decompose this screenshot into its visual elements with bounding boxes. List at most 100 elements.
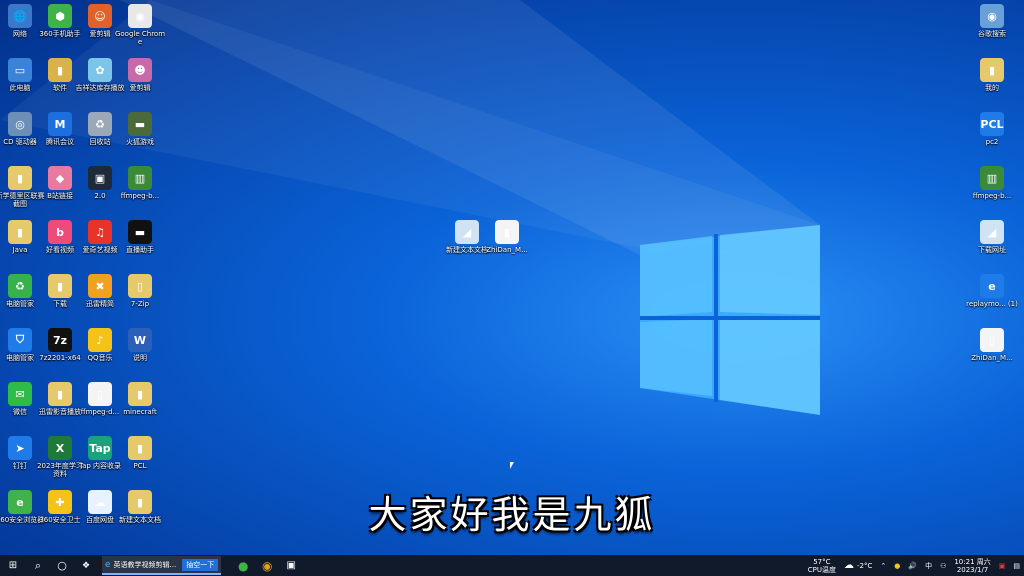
input-mode-button[interactable]: ⚇ — [936, 562, 950, 570]
desktop-shortcut-label: 我的 — [985, 84, 999, 92]
app-icon: ☻ — [128, 58, 152, 82]
shortcut-icon: ◢ — [455, 220, 479, 244]
app-icon: ▣ — [88, 166, 112, 190]
browser-360-icon: ● — [237, 558, 249, 573]
app-icon: ▬ — [128, 112, 152, 136]
system-tray: 57°C CPU温度 ☁ -2°C ⌃ ● 🔊 中 ⚇ 10:21 周六 202… — [804, 555, 1024, 576]
app-icon: ▣ — [286, 560, 296, 571]
ie-icon: e — [980, 274, 1004, 298]
taskbar-chrome[interactable]: ◉ — [255, 555, 279, 576]
cortana-button[interactable]: ○ — [50, 555, 74, 576]
taskbar-360-browser[interactable]: ● — [231, 555, 255, 576]
drive-icon: ◎ — [8, 112, 32, 136]
desktop-shortcut[interactable]: ▬ 直播助手 — [114, 220, 166, 254]
desktop-shortcut-label: 7-Zip — [130, 300, 150, 308]
app-icon: ➤ — [8, 436, 32, 460]
show-hidden-icons-button[interactable]: ⌃ — [876, 562, 890, 570]
recycle-bin-icon: ♻ — [88, 112, 112, 136]
app-icon: ♫ — [88, 220, 112, 244]
clock-date: 2023/1/7 — [956, 565, 989, 574]
app-icon: PCL — [980, 112, 1004, 136]
taskbar-app[interactable]: ▣ — [279, 555, 303, 576]
excel-icon: X — [48, 436, 72, 460]
speaker-icon: 🔊 — [908, 561, 918, 570]
desktop-shortcut-label: 直播助手 — [126, 246, 154, 254]
desktop-shortcut[interactable]: ▮ PCL — [114, 436, 166, 470]
file-icon: ▯ — [88, 382, 112, 406]
action-center-button[interactable]: ▤ — [1009, 562, 1024, 570]
desktop-shortcut[interactable]: ▮ minecraft — [114, 382, 166, 416]
desktop-shortcut-label: ffmpeg-b... — [120, 192, 160, 200]
desktop-shortcut[interactable]: ▬ 火狐游戏 — [114, 112, 166, 146]
active-window-title: 英语教学视频剪辑... — [113, 560, 177, 569]
desktop-shortcut[interactable]: ▮ 我的 — [966, 58, 1018, 92]
taskbar: ⊞ ⌕ ○ ❖ e 英语教学视频剪辑... 抽空一下 ● ◉ ▣ 57°C CP… — [0, 555, 1024, 576]
desktop-shortcut-label: 下载网址 — [978, 246, 1006, 254]
desktop-shortcut-label: ffmpeg-b... — [972, 192, 1012, 200]
wechat-icon: ✉ — [8, 382, 32, 406]
file-icon: ▯ — [980, 328, 1004, 352]
app-icon: ✿ — [88, 58, 112, 82]
chrome-icon: ◉ — [128, 4, 152, 28]
desktop-shortcut[interactable]: ▯ ZhiDan_M... — [966, 328, 1018, 362]
clock[interactable]: 10:21 周六 2023/1/7 — [950, 558, 994, 574]
folder-icon: ▮ — [48, 274, 72, 298]
desktop-shortcut-label: 爱剪辑 — [129, 84, 151, 92]
app-icon: ▬ — [128, 220, 152, 244]
ime-label: 中 — [925, 561, 933, 570]
notification-icon: ▤ — [1013, 561, 1020, 570]
notification-app-button[interactable]: ▣ — [995, 562, 1010, 570]
desktop-shortcut[interactable]: ▯ 7-Zip — [114, 274, 166, 308]
desktop-shortcut[interactable]: ▥ ffmpeg-b... — [114, 166, 166, 200]
desktop-shortcut-label: PCL — [133, 462, 147, 470]
folder-icon: ▮ — [128, 382, 152, 406]
app-icon: b — [48, 220, 72, 244]
app-icon: ☺ — [88, 4, 112, 28]
taskbar-active-window[interactable]: e 英语教学视频剪辑... 抽空一下 — [102, 556, 222, 575]
task-view-button[interactable]: ❖ — [74, 555, 98, 576]
desktop-shortcut-label: ZhiDan_M... — [486, 246, 528, 254]
app-icon: ✖ — [88, 274, 112, 298]
desktop-shortcut[interactable]: ▥ ffmpeg-b... — [966, 166, 1018, 200]
desktop-shortcut[interactable]: PCL pc2 — [966, 112, 1018, 146]
search-button[interactable]: ⌕ — [26, 555, 50, 576]
weather-temp: -2°C — [856, 561, 873, 570]
shield-icon: ⛉ — [8, 328, 32, 352]
chevron-up-icon: ⌃ — [880, 561, 887, 570]
tray-app-button[interactable]: ● — [890, 562, 904, 570]
desktop-shortcut[interactable]: W 说明 — [114, 328, 166, 362]
folder-icon: ▮ — [8, 166, 32, 190]
desktop-shortcut[interactable]: e replaymo... (1) — [966, 274, 1018, 308]
ime-indicator[interactable]: 中 — [921, 562, 936, 570]
shortcut-icon: ◢ — [980, 220, 1004, 244]
archive-icon: ▥ — [980, 166, 1004, 190]
cpu-temp-widget[interactable]: 57°C CPU温度 — [804, 558, 840, 574]
computer-icon: ▭ — [8, 58, 32, 82]
app-icon: ♻ — [8, 274, 32, 298]
desktop-shortcut-label: ZhiDan_M... — [971, 354, 1013, 362]
edge-icon: e — [105, 559, 111, 570]
desktop-shortcut[interactable]: ◉ 谷歌搜索 — [966, 4, 1018, 38]
desktop-shortcut-label: 说明 — [133, 354, 147, 362]
video-subtitle: 大家好我是九狐 — [368, 493, 656, 537]
folder-icon: ▮ — [48, 58, 72, 82]
desktop-shortcut[interactable]: ◉ Google Chrome — [114, 4, 166, 46]
start-button[interactable]: ⊞ — [0, 555, 26, 576]
folder-icon: ▮ — [128, 436, 152, 460]
cloud-icon: ☁ — [843, 559, 854, 571]
desktop-shortcut-label: Google Chrome — [114, 30, 166, 46]
volume-button[interactable]: 🔊 — [904, 562, 921, 570]
weather-widget[interactable]: ☁ -2°C — [840, 559, 876, 571]
desktop-shortcut[interactable]: ▮ ZhiDan_M... — [481, 220, 533, 254]
desktop-shortcut[interactable]: ◢ 下载网址 — [966, 220, 1018, 254]
app-icon: ◉ — [980, 4, 1004, 28]
app-icon: ⬢ — [48, 4, 72, 28]
desktop-shortcut[interactable]: ☻ 爱剪辑 — [114, 58, 166, 92]
task-view-icon: ❖ — [81, 560, 91, 571]
active-window-extra: 抽空一下 — [182, 558, 219, 571]
folder-icon: ▮ — [8, 220, 32, 244]
archive-icon: ▥ — [128, 166, 152, 190]
word-icon: W — [128, 328, 152, 352]
chrome-icon: ◉ — [261, 558, 273, 573]
search-icon: ⌕ — [34, 558, 42, 572]
